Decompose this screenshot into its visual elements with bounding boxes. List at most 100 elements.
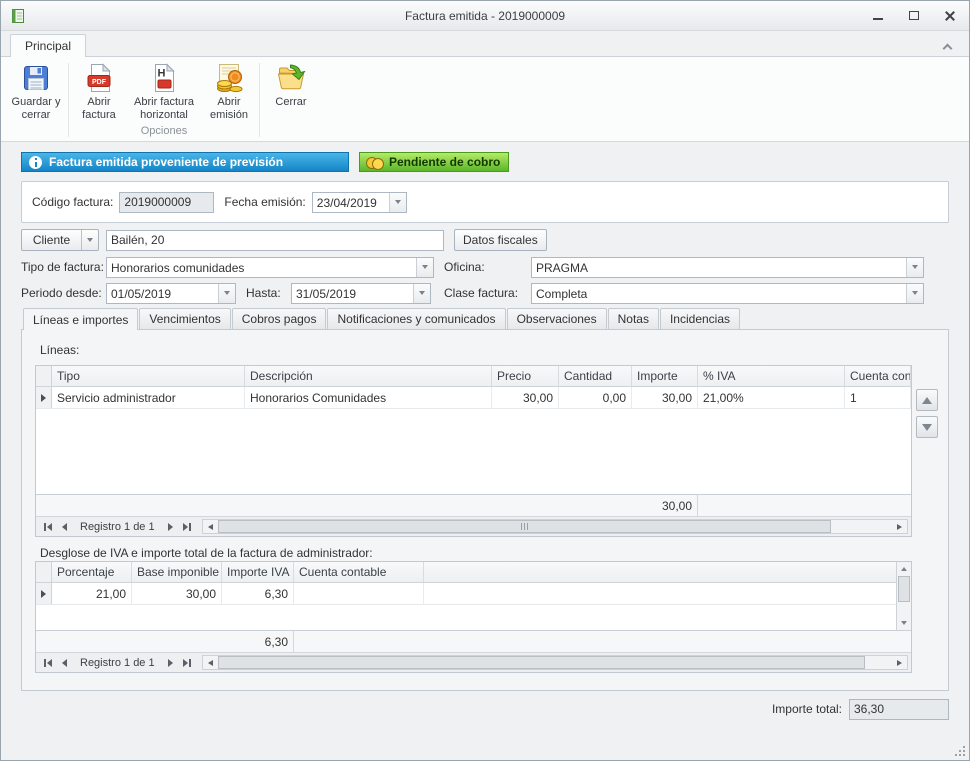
- periodo-desde-picker[interactable]: 01/05/2019: [106, 283, 236, 304]
- app-icon: [10, 8, 26, 24]
- cell-cuenta[interactable]: 1: [845, 387, 911, 408]
- coins-icon: [366, 156, 383, 169]
- next-record-button[interactable]: [162, 655, 179, 671]
- column-header-cantidad[interactable]: Cantidad: [559, 366, 632, 386]
- column-header-cuenta-contable[interactable]: Cuenta contable: [294, 562, 424, 582]
- scrollbar-track[interactable]: [218, 656, 892, 669]
- tipo-factura-combo[interactable]: Honorarios comunidades: [106, 257, 434, 278]
- importe-total-input[interactable]: [849, 699, 949, 720]
- cell-base-imponible[interactable]: 30,00: [132, 583, 222, 604]
- oficina-dropdown-button[interactable]: [906, 258, 923, 277]
- fecha-dropdown-button[interactable]: [389, 193, 406, 212]
- collapse-ribbon-button[interactable]: [939, 40, 955, 54]
- scrollbar-track[interactable]: [218, 520, 892, 533]
- abrir-factura-button[interactable]: PDF Abrir factura: [72, 59, 126, 122]
- periodo-dropdown-button[interactable]: [218, 284, 235, 303]
- abrir-emision-button[interactable]: Abrir emisión: [202, 59, 256, 122]
- window-title: Factura emitida - 2019000009: [1, 9, 969, 23]
- cell-descripcion[interactable]: Honorarios Comunidades: [245, 387, 492, 408]
- scrollbar-thumb[interactable]: [898, 576, 910, 602]
- hasta-picker[interactable]: 31/05/2019: [291, 283, 431, 304]
- next-record-button[interactable]: [162, 519, 179, 535]
- tab-incidencias[interactable]: Incidencias: [660, 308, 740, 329]
- last-record-button[interactable]: [179, 519, 196, 535]
- abrir-factura-horizontal-button[interactable]: H Abrir factura horizontal: [126, 59, 202, 122]
- horizontal-scrollbar[interactable]: [202, 655, 908, 670]
- first-record-button[interactable]: [39, 519, 56, 535]
- prev-record-button[interactable]: [56, 655, 73, 671]
- ribbon-separator: [68, 63, 69, 137]
- cliente-input[interactable]: [106, 230, 444, 251]
- guardar-y-cerrar-button[interactable]: Guardar y cerrar: [7, 59, 65, 122]
- column-header-base[interactable]: Base imponible: [132, 562, 222, 582]
- lineas-importes-panel: Líneas: Tipo Descripción Precio Cantidad…: [21, 329, 949, 691]
- scrollbar-thumb[interactable]: [218, 520, 832, 533]
- scroll-left-button[interactable]: [203, 656, 218, 669]
- cell-importe[interactable]: 30,00: [632, 387, 698, 408]
- cell-cuenta-contable[interactable]: [294, 583, 424, 604]
- pdf-horizontal-icon: H: [148, 62, 180, 94]
- scroll-left-button[interactable]: [203, 520, 218, 533]
- column-header-tipo[interactable]: Tipo: [52, 366, 245, 386]
- fecha-emision-label: Fecha emisión:: [224, 195, 305, 209]
- cell-tipo[interactable]: Servicio administrador: [52, 387, 245, 408]
- cell-porcentaje[interactable]: 21,00: [52, 583, 132, 604]
- column-header-iva[interactable]: % IVA: [698, 366, 845, 386]
- cliente-button[interactable]: Cliente: [21, 229, 99, 251]
- last-record-button[interactable]: [179, 655, 196, 671]
- column-header-importe[interactable]: Importe: [632, 366, 698, 386]
- column-header-porcentaje[interactable]: Porcentaje: [52, 562, 132, 582]
- clase-factura-combo[interactable]: Completa: [531, 283, 924, 304]
- scroll-down-button[interactable]: [897, 616, 911, 630]
- desglose-grid-header: Porcentaje Base imponible Importe IVA Cu…: [36, 562, 896, 583]
- move-row-down-button[interactable]: [916, 416, 938, 438]
- move-row-up-button[interactable]: [916, 389, 938, 411]
- cliente-dropdown-button[interactable]: [81, 230, 98, 250]
- desglose-table-row: 21,00 30,00 6,30: [36, 583, 896, 605]
- scroll-right-button[interactable]: [892, 520, 907, 533]
- cerrar-button[interactable]: Cerrar: [263, 59, 319, 109]
- oficina-combo[interactable]: PRAGMA: [531, 257, 924, 278]
- prev-record-button[interactable]: [56, 519, 73, 535]
- first-record-button[interactable]: [39, 655, 56, 671]
- desglose-navigator: Registro 1 de 1: [36, 652, 911, 672]
- fecha-emision-picker[interactable]: 23/04/2019: [312, 192, 407, 213]
- column-header-importe-iva[interactable]: Importe IVA: [222, 562, 294, 582]
- cell-cantidad[interactable]: 0,00: [559, 387, 632, 408]
- tab-notas[interactable]: Notas: [608, 308, 659, 329]
- scrollbar-track[interactable]: [897, 576, 911, 616]
- tab-notificaciones[interactable]: Notificaciones y comunicados: [327, 308, 505, 329]
- coins-document-icon: [213, 62, 245, 94]
- close-folder-icon: [275, 62, 307, 94]
- hasta-dropdown-button[interactable]: [413, 284, 430, 303]
- cell-precio[interactable]: 30,00: [492, 387, 559, 408]
- resize-grip[interactable]: [953, 744, 965, 756]
- datos-fiscales-button[interactable]: Datos fiscales: [454, 229, 547, 251]
- window: Factura emitida - 2019000009 Principal: [0, 0, 970, 761]
- tab-cobros-pagos[interactable]: Cobros pagos: [232, 308, 327, 329]
- cell-iva[interactable]: 21,00%: [698, 387, 845, 408]
- codigo-factura-input[interactable]: [119, 192, 214, 213]
- button-label: Abrir factura horizontal: [128, 96, 200, 122]
- tab-observaciones[interactable]: Observaciones: [507, 308, 607, 329]
- tab-vencimientos[interactable]: Vencimientos: [139, 308, 230, 329]
- maximize-button[interactable]: [904, 6, 924, 26]
- vertical-scrollbar[interactable]: [896, 562, 911, 630]
- cell-importe-iva[interactable]: 6,30: [222, 583, 294, 604]
- lineas-grid-header: Tipo Descripción Precio Cantidad Importe…: [36, 366, 911, 387]
- clase-dropdown-button[interactable]: [906, 284, 923, 303]
- row-indicator-header: [36, 562, 52, 582]
- column-header-cuenta[interactable]: Cuenta con: [845, 366, 911, 386]
- scroll-right-button[interactable]: [892, 656, 907, 669]
- close-button[interactable]: [940, 6, 960, 26]
- scroll-up-button[interactable]: [897, 562, 911, 576]
- scrollbar-thumb[interactable]: [218, 656, 865, 669]
- horizontal-scrollbar[interactable]: [202, 519, 908, 534]
- ribbon-tab-principal[interactable]: Principal: [10, 34, 86, 57]
- column-header-descripcion[interactable]: Descripción: [245, 366, 492, 386]
- column-header-precio[interactable]: Precio: [492, 366, 559, 386]
- minimize-button[interactable]: [868, 6, 888, 26]
- tipo-dropdown-button[interactable]: [416, 258, 433, 277]
- tab-lineas-importes[interactable]: Líneas e importes: [23, 308, 138, 330]
- codigo-groupbox: Código factura: Fecha emisión: 23/04/201…: [21, 181, 949, 223]
